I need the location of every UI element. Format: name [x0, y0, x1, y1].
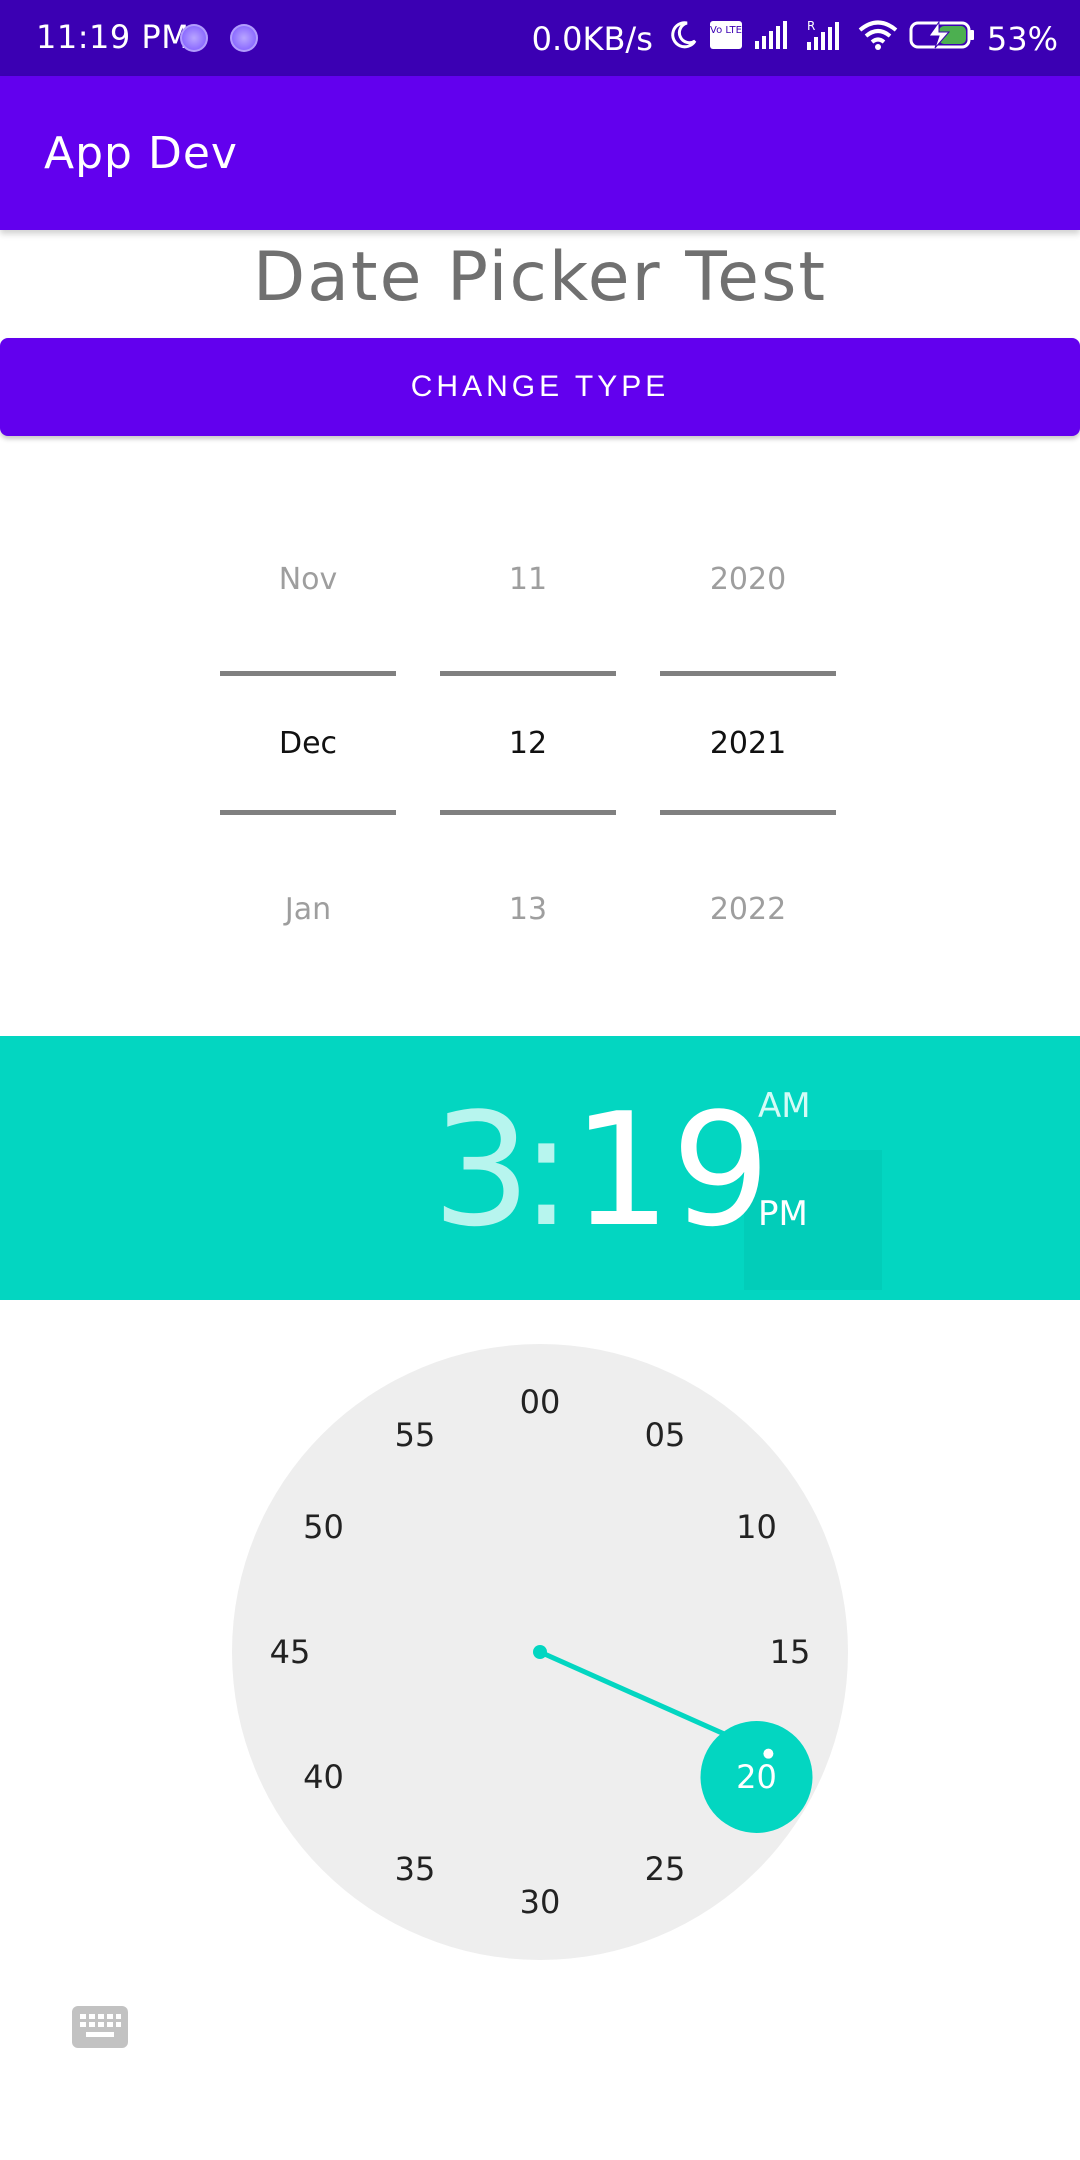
- change-type-button[interactable]: CHANGE TYPE: [0, 338, 1080, 436]
- moon-icon: [667, 19, 699, 59]
- year-selected[interactable]: 2021: [660, 726, 836, 761]
- month-next[interactable]: Jan: [220, 892, 396, 927]
- app-title: App Dev: [44, 128, 238, 179]
- volte-text-vo: Vo LTE: [710, 25, 742, 36]
- battery-percent: 53%: [986, 20, 1058, 58]
- app-bar: App Dev: [0, 76, 1080, 230]
- clock-number-40[interactable]: 40: [283, 1753, 363, 1801]
- roaming-mark: R: [807, 19, 815, 33]
- clock-number-15[interactable]: 15: [750, 1628, 830, 1676]
- year-prev[interactable]: 2020: [660, 562, 836, 597]
- time-separator: :: [520, 1079, 573, 1261]
- clock-number-20[interactable]: 20: [717, 1753, 797, 1801]
- picker-divider: [220, 810, 396, 815]
- clock-number-00[interactable]: 00: [500, 1378, 580, 1426]
- day-selected[interactable]: 12: [440, 726, 616, 761]
- notification-dot-icon: [230, 24, 258, 52]
- notification-dot-icon: [180, 24, 208, 52]
- month-picker[interactable]: Nov Dec Jan: [220, 540, 396, 960]
- wifi-icon: [857, 19, 899, 59]
- year-next[interactable]: 2022: [660, 892, 836, 927]
- pm-toggle[interactable]: PM: [758, 1194, 808, 1234]
- day-prev[interactable]: 11: [440, 562, 616, 597]
- picker-divider: [660, 810, 836, 815]
- month-selected[interactable]: Dec: [220, 726, 396, 761]
- hour-display[interactable]: 3: [432, 1092, 531, 1248]
- signal-icon: [753, 19, 793, 59]
- minute-clock-face[interactable]: 00 05 10 15 20 25 30 35 40 45 50 55: [232, 1344, 848, 1960]
- battery-charging-icon: [909, 19, 977, 59]
- clock-number-30[interactable]: 30: [500, 1878, 580, 1926]
- clock-number-10[interactable]: 10: [717, 1503, 797, 1551]
- am-toggle[interactable]: AM: [758, 1086, 811, 1126]
- picker-divider: [440, 671, 616, 676]
- signal-roaming-icon: R: [803, 18, 847, 60]
- net-speed: 0.0KB/s: [531, 20, 653, 58]
- clock-number-05[interactable]: 05: [625, 1411, 705, 1459]
- picker-divider: [660, 671, 836, 676]
- page-title: Date Picker Test: [252, 238, 828, 317]
- day-picker[interactable]: 11 12 13: [440, 540, 616, 960]
- picker-divider: [220, 671, 396, 676]
- clock-number-45[interactable]: 45: [250, 1628, 330, 1676]
- status-time: 11:19 PM: [36, 18, 190, 56]
- clock-number-25[interactable]: 25: [625, 1845, 705, 1893]
- picker-divider: [440, 810, 616, 815]
- year-picker[interactable]: 2020 2021 2022: [660, 540, 836, 960]
- keyboard-icon[interactable]: [72, 2006, 128, 2048]
- day-next[interactable]: 13: [440, 892, 616, 927]
- status-bar: 11:19 PM 0.0KB/s Vo LTE R 53%: [0, 0, 1080, 76]
- clock-number-50[interactable]: 50: [283, 1503, 363, 1551]
- clock-center-dot: [533, 1645, 547, 1659]
- minute-display[interactable]: 19: [572, 1092, 771, 1248]
- volte-icon: Vo LTE: [709, 20, 743, 58]
- month-prev[interactable]: Nov: [220, 562, 396, 597]
- clock-number-35[interactable]: 35: [375, 1845, 455, 1893]
- status-indicators: 0.0KB/s Vo LTE R 53%: [532, 18, 1058, 60]
- clock-number-55[interactable]: 55: [375, 1411, 455, 1459]
